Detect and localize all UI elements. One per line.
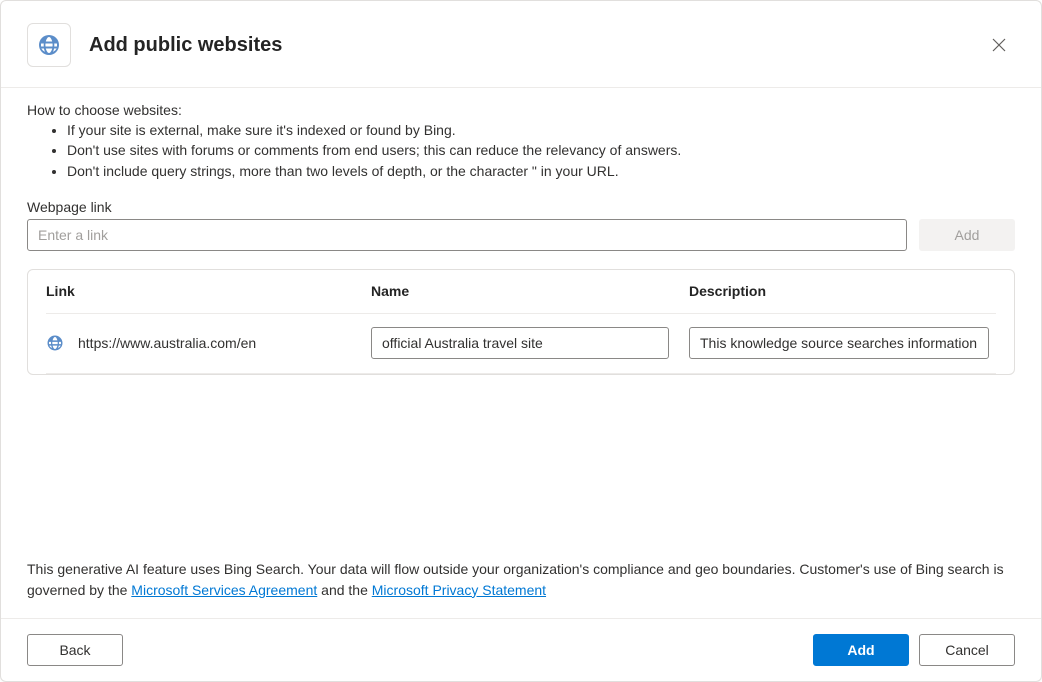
webpage-link-input[interactable] bbox=[27, 219, 907, 251]
back-button[interactable]: Back bbox=[27, 634, 123, 666]
row-link-text: https://www.australia.com/en bbox=[78, 335, 256, 351]
table-row: https://www.australia.com/en bbox=[46, 314, 996, 374]
close-icon bbox=[992, 38, 1006, 52]
links-table: Link Name Description https://www.austra… bbox=[27, 269, 1015, 375]
name-input[interactable] bbox=[371, 327, 669, 359]
dialog-title: Add public websites bbox=[89, 34, 983, 57]
row-link-cell: https://www.australia.com/en bbox=[46, 334, 371, 352]
disclaimer-mid: and the bbox=[317, 582, 372, 598]
close-button[interactable] bbox=[983, 29, 1015, 61]
tip-item: Don't include query strings, more than t… bbox=[67, 161, 1015, 181]
add-link-button[interactable]: Add bbox=[919, 219, 1015, 251]
table-header-row: Link Name Description bbox=[46, 270, 996, 314]
row-name-cell bbox=[371, 327, 689, 359]
add-public-websites-dialog: Add public websites How to choose websit… bbox=[0, 0, 1042, 682]
row-description-cell bbox=[689, 327, 996, 359]
dialog-body: How to choose websites: If your site is … bbox=[1, 88, 1041, 559]
col-header-name: Name bbox=[371, 283, 689, 299]
dialog-header: Add public websites bbox=[1, 1, 1041, 88]
dialog-footer: Back Add Cancel bbox=[1, 618, 1041, 681]
cancel-button[interactable]: Cancel bbox=[919, 634, 1015, 666]
privacy-statement-link[interactable]: Microsoft Privacy Statement bbox=[372, 582, 546, 598]
description-input[interactable] bbox=[689, 327, 989, 359]
link-input-row: Add bbox=[27, 219, 1015, 251]
disclaimer-text: This generative AI feature uses Bing Sea… bbox=[1, 559, 1041, 618]
intro-text: How to choose websites: bbox=[27, 102, 1015, 118]
webpage-link-label: Webpage link bbox=[27, 199, 1015, 215]
tips-list: If your site is external, make sure it's… bbox=[27, 120, 1015, 181]
tip-item: If your site is external, make sure it's… bbox=[67, 120, 1015, 140]
services-agreement-link[interactable]: Microsoft Services Agreement bbox=[131, 582, 317, 598]
col-header-description: Description bbox=[689, 283, 996, 299]
tip-item: Don't use sites with forums or comments … bbox=[67, 140, 1015, 160]
globe-icon bbox=[46, 334, 64, 352]
col-header-link: Link bbox=[46, 283, 371, 299]
globe-icon-box bbox=[27, 23, 71, 67]
globe-icon bbox=[37, 33, 61, 57]
add-button[interactable]: Add bbox=[813, 634, 909, 666]
